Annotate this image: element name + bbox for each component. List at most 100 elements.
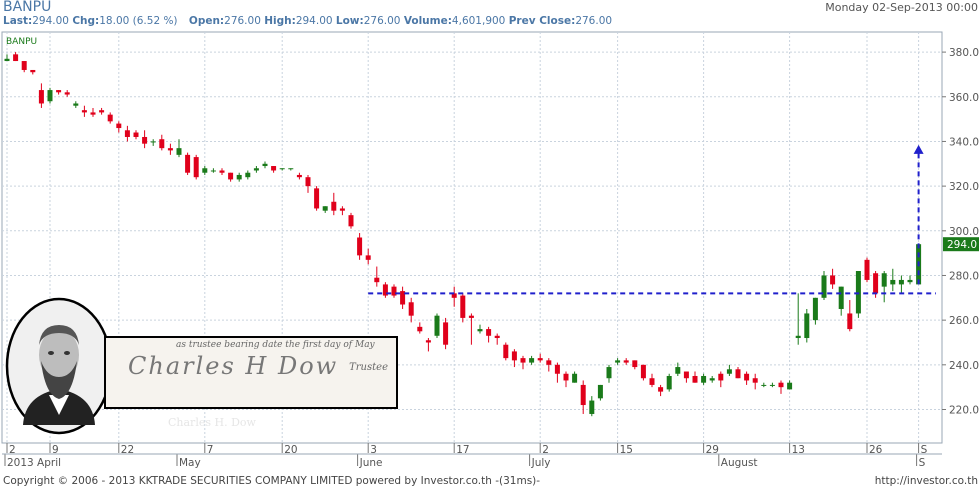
- candle-up: [838, 286, 844, 309]
- dow-portrait: [5, 297, 113, 435]
- prev-close-label: Prev Close:: [508, 15, 576, 27]
- candle-down: [13, 54, 19, 62]
- candle-down: [81, 110, 87, 113]
- last-price-label: 294.0: [947, 239, 977, 251]
- candle-up: [804, 313, 810, 339]
- candle-down: [38, 90, 44, 104]
- candle-down: [331, 201, 337, 211]
- candle-up: [726, 369, 732, 374]
- candle-down: [116, 123, 122, 129]
- candle-down: [314, 188, 320, 209]
- y-tick-label: 320.0: [949, 181, 979, 193]
- y-tick-label: 300.0: [949, 226, 979, 238]
- y-tick-label: 240.0: [949, 360, 979, 372]
- candle-down: [219, 170, 225, 173]
- candle-down: [864, 259, 870, 280]
- site-url: http://investor.co.th: [874, 475, 978, 487]
- candle-down: [443, 322, 449, 345]
- candle-up: [855, 271, 861, 314]
- month-label: July: [531, 457, 551, 469]
- candle-down: [56, 90, 62, 93]
- candle-up: [761, 384, 767, 386]
- candle-up: [666, 375, 672, 390]
- candle-down: [503, 344, 509, 359]
- last-value: 294.00: [32, 15, 69, 27]
- candle-down: [718, 373, 724, 381]
- candle-down: [193, 157, 199, 178]
- y-tick-label: 220.0: [949, 404, 979, 416]
- candle-up: [477, 329, 483, 332]
- candle-down: [90, 112, 96, 115]
- candle-down: [357, 237, 363, 256]
- candle-down: [365, 255, 371, 260]
- candle-up: [73, 103, 79, 106]
- candle-down: [658, 387, 664, 392]
- high-value: 294.00: [295, 15, 333, 27]
- candle-down: [847, 313, 853, 330]
- candle-down: [348, 215, 354, 227]
- last-label: Last:: [3, 15, 33, 27]
- candle-up: [787, 382, 793, 390]
- candle-up: [898, 279, 904, 285]
- candle-down: [417, 326, 423, 332]
- candle-down: [425, 340, 431, 343]
- candle-down: [537, 358, 543, 361]
- candle-down: [778, 382, 784, 388]
- candle-up: [795, 335, 801, 339]
- signature-trustee: Trustee: [349, 362, 388, 373]
- candle-up: [589, 400, 595, 414]
- signature-header-text: as trustee bearing date the first day of…: [176, 340, 375, 350]
- candle-down: [632, 360, 638, 368]
- month-label: 2013 April: [7, 457, 61, 469]
- candle-down: [563, 373, 569, 381]
- high-label: High:: [264, 15, 296, 27]
- candle-down: [271, 166, 277, 171]
- open-value: 276.00: [224, 15, 261, 27]
- candle-up: [597, 384, 603, 399]
- price-chart: 220.0 240.0 260.0 280.0 300.0 320.0 340.0 360.0…: [1, 31, 979, 469]
- candle-up: [236, 174, 242, 180]
- candle-down: [167, 148, 173, 151]
- candle-down: [460, 295, 466, 318]
- candle-up: [150, 141, 156, 143]
- open-label: Open:: [188, 15, 225, 27]
- candle-up: [701, 375, 707, 383]
- candle-up: [288, 168, 294, 170]
- candle-up: [434, 315, 440, 336]
- candle-down: [305, 177, 311, 187]
- y-tick-label: 260.0: [949, 315, 979, 327]
- candle-up: [812, 297, 818, 321]
- candle-up: [253, 168, 259, 171]
- candle-down: [649, 378, 655, 385]
- candle-up: [572, 373, 578, 383]
- candle-down: [683, 371, 689, 379]
- candle-up: [709, 378, 715, 381]
- candle-down: [339, 208, 345, 211]
- candle-down: [554, 364, 560, 374]
- candle-down: [468, 315, 474, 318]
- candle-down: [752, 378, 758, 383]
- y-tick-label: 360.0: [949, 92, 979, 104]
- month-label: June: [359, 457, 383, 469]
- portrait-caption: Charles H. Dow: [168, 416, 256, 429]
- candle-down: [124, 130, 130, 137]
- chg-label: Chg:: [72, 15, 100, 27]
- chart-symbol-label: BANPU: [6, 37, 37, 47]
- low-value: 276.00: [363, 15, 401, 27]
- candle-up: [47, 90, 53, 102]
- candle-down: [21, 61, 27, 70]
- candle-up: [322, 206, 328, 211]
- candle-down: [99, 110, 105, 113]
- candle-down: [623, 360, 629, 363]
- candle-down: [494, 335, 500, 339]
- candle-down: [546, 360, 552, 365]
- candle-down: [692, 375, 698, 383]
- quote-line: Last:294.00 Chg:18.00 (6.52 %) Open:276.…: [3, 15, 612, 27]
- candle-up: [202, 168, 208, 173]
- candle-down: [408, 302, 414, 316]
- quote-header: BANPU Monday 02-Sep-2013 00:00 Last:294.…: [0, 0, 980, 32]
- signature-name: Charles H Dow: [128, 352, 339, 380]
- copyright-text: Copyright © 2006 - 2013 KKTRADE SECURITI…: [3, 475, 541, 487]
- candle-down: [185, 154, 191, 173]
- candle-up: [529, 358, 535, 363]
